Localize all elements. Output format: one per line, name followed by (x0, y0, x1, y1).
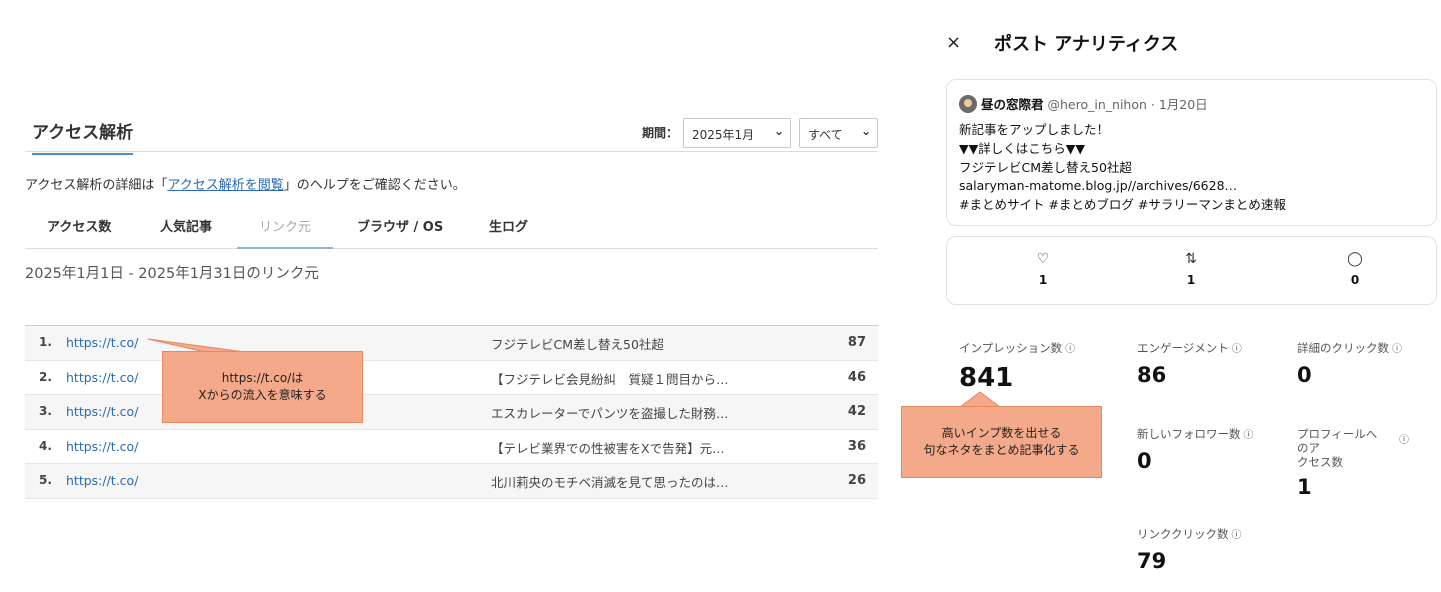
post-card[interactable]: 昼の窓際君 @hero_in_nihon · 1月20日 新記事をアップしました… (946, 79, 1437, 226)
author-name: 昼の窓際君 (981, 97, 1044, 112)
table-row: 2. https://t.co/ 【フジテレビ会見紛糾 質疑１問目から… 46 (25, 361, 878, 395)
help-suffix: 」のヘルプをご確認ください。 (283, 178, 466, 193)
metric-label: 新しいフォロワー数 (1137, 427, 1241, 441)
metric-label: リンククリック数 (1137, 527, 1229, 541)
tab-raw-log[interactable]: 生ログ (489, 216, 528, 235)
metric-value: 0 (1137, 449, 1152, 473)
tab-popular-articles[interactable]: 人気記事 (160, 216, 212, 235)
article-title[interactable]: フジテレビCM差し替え50社超 (491, 334, 664, 353)
metric-value: 79 (1137, 549, 1167, 573)
help-link[interactable]: アクセス解析を閲覧 (167, 178, 283, 193)
callout-text: https://t.co/は (221, 371, 304, 385)
referrer-link[interactable]: https://t.co/ (66, 439, 138, 454)
access-analysis-panel: アクセス解析 期間： 2025年1月 ⌄ すべて ⌄ アクセス解析の詳細は「アク… (0, 0, 890, 592)
page-title: アクセス解析 (32, 118, 134, 155)
new-followers-metric: 新しいフォロワー数 ⓘ 0 (1137, 427, 1254, 473)
panel-title: ポスト アナリティクス (994, 34, 1179, 55)
row-rank: 3. (39, 404, 52, 418)
article-title[interactable]: エスカレーターでパンツを盗撮した財務… (491, 403, 728, 422)
link-clicks-metric: リンククリック数 ⓘ 79 (1137, 527, 1242, 573)
date-range-heading: 2025年1月1日 - 2025年1月31日のリンク元 (25, 266, 319, 282)
row-rank: 4. (39, 438, 52, 453)
callout-text: Xからの流入を意味する (198, 388, 327, 402)
referrer-table: 1. https://t.co/ フジテレビCM差し替え50社超 87 2. h… (25, 325, 878, 499)
metric-label: 詳細のクリック数 (1297, 341, 1389, 355)
period-scope-value: すべて (808, 128, 843, 142)
title-row: アクセス解析 期間： 2025年1月 ⌄ すべて ⌄ (25, 112, 878, 155)
likes-count: 1 (1038, 273, 1048, 287)
engagement-stats: ♡ 1 ⇅ 1 ◯ 0 (946, 236, 1437, 305)
referrer-link[interactable]: https://t.co/ (66, 404, 138, 419)
metric-value: 86 (1137, 363, 1167, 387)
referrer-count: 26 (847, 473, 866, 488)
repost-icon: ⇅ (1185, 251, 1197, 267)
table-row: 4. https://t.co/ 【テレビ業界での性被害をXで告発】元… 36 (25, 430, 878, 464)
help-text: アクセス解析の詳細は「アクセス解析を閲覧」のヘルプをご確認ください。 (25, 174, 466, 193)
replies-stat: ◯ 0 (1325, 251, 1385, 287)
row-rank: 5. (39, 473, 52, 487)
author-handle: @hero_in_nihon · 1月20日 (1047, 97, 1208, 112)
close-icon[interactable]: × (946, 32, 961, 53)
avatar (959, 95, 977, 113)
referrer-count: 42 (847, 404, 866, 419)
post-body: 新記事をアップしました！ ▼▼詳しくはこちら▼▼ フジテレビCM差し替え50社超… (959, 122, 1286, 213)
period-scope-select[interactable]: すべて ⌄ (799, 118, 878, 148)
row-rank: 2. (39, 369, 52, 384)
period-label: 期間： (642, 126, 679, 140)
article-title[interactable]: 北川莉央のモチベ消滅を見て思ったのは… (491, 472, 729, 491)
table-row: 3. https://t.co/ エスカレーターでパンツを盗撮した財務… 42 (25, 395, 878, 430)
info-icon[interactable]: ⓘ (1399, 434, 1409, 448)
profile-visits-metric: プロフィールへのア クセス数 ⓘ 1 (1297, 427, 1409, 499)
reposts-count: 1 (1186, 273, 1196, 287)
metric-value: 1 (1297, 475, 1312, 499)
article-title[interactable]: 【フジテレビ会見紛糾 質疑１問目から… (491, 369, 729, 388)
likes-stat: ♡ 1 (1013, 251, 1073, 287)
info-icon[interactable]: ⓘ (1392, 343, 1402, 357)
referrer-count: 36 (847, 438, 866, 454)
post-analytics-panel: × ポスト アナリティクス 昼の窓際君 @hero_in_nihon · 1月2… (930, 0, 1441, 592)
table-row: 1. https://t.co/ フジテレビCM差し替え50社超 87 (25, 326, 878, 361)
heart-icon: ♡ (1036, 251, 1050, 267)
info-icon[interactable]: ⓘ (1232, 343, 1242, 357)
period-month-value: 2025年1月 (692, 128, 755, 142)
detail-clicks-metric: 詳細のクリック数 ⓘ 0 (1297, 341, 1402, 387)
table-row: 5. https://t.co/ 北川莉央のモチベ消滅を見て思ったのは… 26 (25, 464, 878, 499)
referrer-link[interactable]: https://t.co/ (66, 335, 138, 350)
tab-browser-os[interactable]: ブラウザ / OS (357, 216, 443, 235)
metric-label: プロフィールへのア クセス数 (1297, 427, 1378, 469)
referrer-link[interactable]: https://t.co/ (66, 370, 138, 385)
metric-label: インプレッション数 (959, 341, 1063, 355)
impressions-metric: インプレッション数 ⓘ 841 (959, 341, 1075, 393)
metric-label: エンゲージメント (1137, 341, 1229, 355)
reposts-stat: ⇅ 1 (1161, 251, 1221, 287)
tab-referrers[interactable]: リンク元 (237, 216, 334, 249)
chevron-down-icon: ⌄ (773, 124, 784, 138)
tab-access-count[interactable]: アクセス数 (47, 216, 111, 235)
metric-value: 841 (959, 363, 1014, 393)
article-title[interactable]: 【テレビ業界での性被害をXで告発】元… (491, 438, 725, 457)
annotation-callout: https://t.co/は Xからの流入を意味する (162, 351, 363, 423)
referrer-link[interactable]: https://t.co/ (66, 473, 138, 488)
info-icon[interactable]: ⓘ (1244, 429, 1254, 443)
chevron-down-icon: ⌄ (860, 124, 871, 138)
post-header: 昼の窓際君 @hero_in_nihon · 1月20日 (959, 94, 1208, 113)
help-prefix: アクセス解析の詳細は「 (25, 178, 168, 193)
metric-value: 0 (1297, 363, 1312, 387)
engagement-metric: エンゲージメント ⓘ 86 (1137, 341, 1242, 387)
period-month-select[interactable]: 2025年1月 ⌄ (683, 118, 791, 148)
tab-bar: アクセス数 人気記事 リンク元 ブラウザ / OS 生ログ (25, 206, 878, 249)
referrer-count: 46 (847, 369, 866, 385)
reply-icon: ◯ (1347, 251, 1363, 267)
replies-count: 0 (1350, 273, 1360, 287)
referrer-count: 87 (847, 335, 866, 350)
info-icon[interactable]: ⓘ (1065, 343, 1075, 357)
info-icon[interactable]: ⓘ (1232, 529, 1242, 543)
row-rank: 1. (39, 335, 52, 349)
